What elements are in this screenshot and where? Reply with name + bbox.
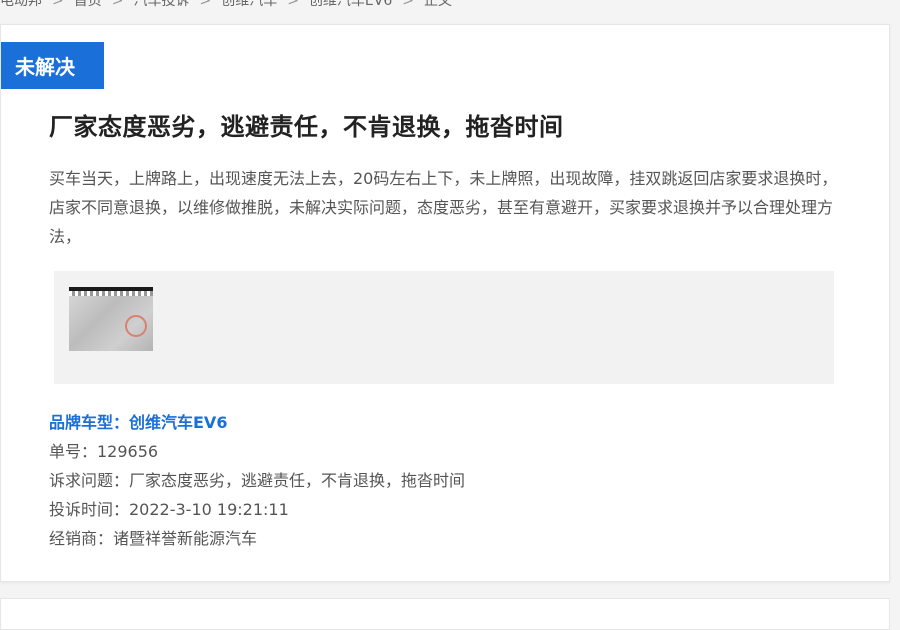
stamp-mark — [125, 315, 147, 337]
paper-edge-decoration — [69, 291, 153, 296]
status-badge: 未解决 — [1, 42, 104, 89]
attachment-thumbnail[interactable] — [69, 287, 153, 351]
breadcrumb-separator: > — [287, 0, 299, 9]
next-card — [0, 598, 890, 630]
brand-model-link[interactable]: 品牌车型：创维汽车EV6 — [49, 408, 465, 437]
breadcrumb-item[interactable]: 创维汽车 — [221, 0, 277, 9]
breadcrumb-item: 正文 — [424, 0, 453, 9]
complaint-info: 品牌车型：创维汽车EV6 单号：129656 诉求问题：厂家态度恶劣，逃避责任，… — [49, 408, 465, 553]
order-number: 单号：129656 — [49, 442, 159, 461]
complaint-card: 未解决 厂家态度恶劣，逃避责任，不肯退换，拖沓时间 买车当天，上牌路上，出现速度… — [0, 24, 890, 582]
complaint-title: 厂家态度恶劣，逃避责任，不肯退换，拖沓时间 — [49, 113, 564, 141]
image-gallery — [54, 271, 834, 384]
breadcrumb-item[interactable]: 电动邦 — [0, 0, 42, 9]
breadcrumb-item[interactable]: 汽车投诉 — [133, 0, 189, 9]
breadcrumb-item[interactable]: 创维汽车EV6 — [309, 0, 392, 9]
complaint-time: 投诉时间：2022-3-10 19:21:11 — [49, 500, 289, 519]
breadcrumb-separator: > — [52, 0, 64, 9]
breadcrumb-item[interactable]: 首页 — [74, 0, 102, 9]
breadcrumb: 电动邦 > 首页 > 汽车投诉 > 创维汽车 > 创维汽车EV6 > 正文 — [0, 0, 452, 10]
breadcrumb-separator: > — [111, 0, 124, 9]
breadcrumb-separator: > — [402, 0, 415, 9]
breadcrumb-separator: > — [199, 0, 212, 9]
appeal-issue: 诉求问题：厂家态度恶劣，逃避责任，不肯退换，拖沓时间 — [49, 471, 466, 490]
dealer: 经销商：诸暨祥誉新能源汽车 — [49, 529, 258, 548]
complaint-description: 买车当天，上牌路上，出现速度无法上去，20码左右上下，未上牌照，出现故障，挂双跳… — [49, 169, 838, 246]
